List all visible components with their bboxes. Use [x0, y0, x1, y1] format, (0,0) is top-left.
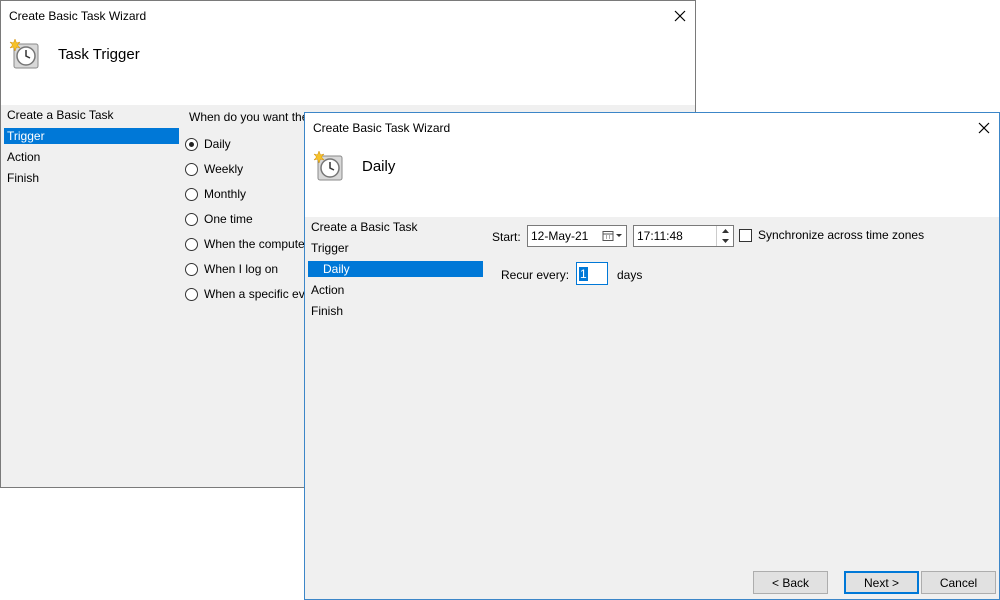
- spin-up-icon[interactable]: [717, 226, 733, 236]
- radio-icon: [185, 137, 198, 151]
- radio-icon: [185, 187, 198, 201]
- nav-item-action: Action: [7, 150, 41, 164]
- start-date-value: 12-May-21: [531, 229, 589, 243]
- task-scheduler-icon: [7, 37, 41, 71]
- radio-one-time[interactable]: One time: [185, 210, 253, 228]
- next-button[interactable]: Next >: [844, 571, 919, 594]
- header-title: Task Trigger: [58, 46, 140, 63]
- window-title: Create Basic Task Wizard: [9, 9, 147, 23]
- recur-unit: days: [617, 268, 643, 282]
- radio-monthly[interactable]: Monthly: [185, 185, 246, 203]
- radio-specific-event[interactable]: When a specific eve: [185, 285, 311, 303]
- recur-value: 1: [579, 266, 588, 281]
- header-title: Daily: [362, 158, 396, 175]
- start-label: Start:: [492, 230, 521, 244]
- nav-item-create-task: Create a Basic Task: [7, 108, 114, 122]
- radio-icon: [185, 237, 198, 251]
- start-time-value: 17:11:48: [637, 229, 683, 243]
- radio-icon: [185, 212, 198, 226]
- nav-item-finish: Finish: [311, 304, 344, 318]
- radio-icon: [185, 287, 198, 301]
- radio-label: Daily: [204, 137, 231, 151]
- recur-every-input[interactable]: 1: [576, 262, 608, 285]
- start-time-spinner[interactable]: 17:11:48: [633, 225, 734, 247]
- calendar-icon[interactable]: [600, 231, 626, 241]
- radio-log-on[interactable]: When I log on: [185, 260, 278, 278]
- wizard-header: Daily: [305, 143, 999, 217]
- checkbox-icon[interactable]: [739, 228, 752, 242]
- radio-icon: [185, 162, 198, 176]
- radio-label: Monthly: [204, 187, 247, 201]
- start-label-text: Start:: [492, 230, 521, 244]
- start-date-picker[interactable]: 12-May-21: [527, 225, 627, 247]
- radio-label: When I log on: [204, 262, 279, 276]
- radio-label: When a specific eve: [204, 287, 312, 301]
- close-icon[interactable]: [665, 1, 695, 31]
- back-button[interactable]: < Back: [753, 571, 828, 594]
- nav-item-finish: Finish: [7, 171, 40, 185]
- radio-label: Weekly: [204, 162, 244, 176]
- nav-item-action: Action: [311, 283, 345, 297]
- radio-icon: [185, 262, 198, 276]
- nav-item-create-task: Create a Basic Task: [311, 220, 418, 234]
- sync-timezones-checkbox[interactable]: Synchronize across time zones: [739, 228, 924, 242]
- nav-item-daily: Daily: [308, 261, 483, 277]
- title-bar[interactable]: Create Basic Task Wizard: [1, 1, 695, 31]
- spinner-arrows[interactable]: [716, 226, 733, 246]
- front-wizard-window: Create Basic Task Wizard Daily Create a …: [304, 112, 1000, 600]
- radio-daily[interactable]: Daily: [185, 135, 231, 153]
- radio-computer-starts[interactable]: When the compute: [185, 235, 305, 253]
- nav-item-trigger: Trigger: [4, 128, 179, 144]
- cancel-button[interactable]: Cancel: [921, 571, 996, 594]
- nav-item-trigger: Trigger: [311, 241, 349, 255]
- close-icon[interactable]: [969, 113, 999, 143]
- radio-weekly[interactable]: Weekly: [185, 160, 243, 178]
- recur-label: Recur every:: [501, 268, 570, 282]
- window-title: Create Basic Task Wizard: [313, 121, 451, 135]
- radio-label: One time: [204, 212, 253, 226]
- task-scheduler-icon: [311, 149, 345, 183]
- trigger-question: When do you want the: [189, 110, 309, 124]
- spin-down-icon[interactable]: [717, 236, 733, 246]
- wizard-header: Task Trigger: [1, 31, 695, 105]
- sync-label: Synchronize across time zones: [758, 228, 925, 242]
- title-bar[interactable]: Create Basic Task Wizard: [305, 113, 999, 143]
- radio-label: When the compute: [204, 237, 305, 251]
